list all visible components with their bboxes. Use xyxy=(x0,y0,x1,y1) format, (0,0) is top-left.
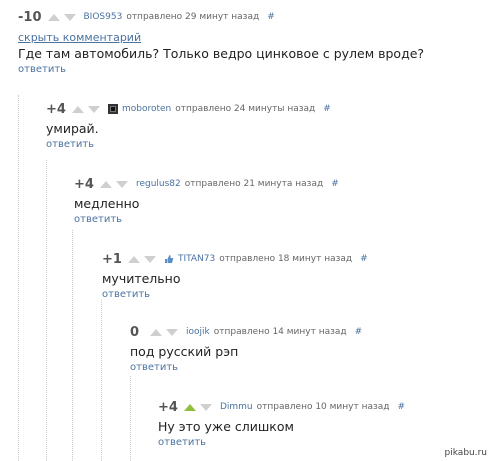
downvote-icon[interactable] xyxy=(199,403,212,411)
comment-time: отправлено 29 минут назад xyxy=(126,12,260,22)
comment-text: Где там автомобиль? Только ведро цинково… xyxy=(18,46,425,61)
comment-text: под русский рэп xyxy=(130,344,239,359)
thread-line xyxy=(46,160,48,461)
comment-time: отправлено 24 минуты назад xyxy=(175,104,316,114)
comment-permalink[interactable]: # xyxy=(267,12,275,22)
comment: -10 BIOS953 отправлено 29 минут назад # … xyxy=(18,9,425,76)
comment-rating: +4 xyxy=(74,176,94,192)
comment: +1 TITAN73 отправлено 18 минут назад # м… xyxy=(102,251,368,301)
comment-author[interactable]: ioojik xyxy=(186,327,210,337)
thread-line xyxy=(18,95,20,461)
upvote-icon[interactable] xyxy=(47,13,60,21)
comment-rating: +4 xyxy=(158,399,178,415)
upvote-icon[interactable] xyxy=(127,255,140,263)
avatar xyxy=(107,104,118,114)
comment-header: +4 moboroten отправлено 24 минуты назад … xyxy=(46,101,331,117)
watermark: pikabu.ru xyxy=(444,448,487,458)
comment-author[interactable]: BIOS953 xyxy=(84,12,123,22)
comment-text: мучительно xyxy=(102,271,181,286)
comment-permalink[interactable]: # xyxy=(331,179,339,189)
comment-header: -10 BIOS953 отправлено 29 минут назад # xyxy=(18,9,424,25)
reply-link[interactable]: ответить xyxy=(74,214,339,225)
comment-permalink[interactable]: # xyxy=(323,104,331,114)
comment: +4 moboroten отправлено 24 минуты назад … xyxy=(46,101,331,151)
comment-header: +1 TITAN73 отправлено 18 минут назад # xyxy=(102,251,368,267)
comment-author[interactable]: moboroten xyxy=(122,104,171,114)
comment-author[interactable]: Dimmu xyxy=(220,402,253,412)
comment-rating: -10 xyxy=(18,9,42,25)
downvote-icon[interactable] xyxy=(115,180,128,188)
comment-permalink[interactable]: # xyxy=(360,254,368,264)
comment-author[interactable]: regulus82 xyxy=(136,179,181,189)
comment-permalink[interactable]: # xyxy=(355,327,363,337)
comment: +4 regulus82 отправлено 21 минута назад … xyxy=(74,176,339,226)
upvote-icon[interactable] xyxy=(99,180,112,188)
comment-header: +4 Dimmu отправлено 10 минут назад # xyxy=(158,399,405,415)
comment: 0 ioojik отправлено 14 минут назад # под… xyxy=(130,324,362,374)
comment-text: Ну это уже слишком xyxy=(158,419,294,434)
thread-line xyxy=(72,230,74,461)
comment-time: отправлено 21 минута назад xyxy=(184,179,324,189)
comment-rating: +4 xyxy=(46,101,66,117)
downvote-icon[interactable] xyxy=(166,328,178,336)
upvote-icon[interactable] xyxy=(183,403,196,411)
thread-line xyxy=(101,300,103,461)
downvote-icon[interactable] xyxy=(143,255,156,263)
reply-link[interactable]: ответить xyxy=(18,64,424,75)
reply-link[interactable]: ответить xyxy=(158,437,405,448)
thumbs-up-icon xyxy=(164,255,174,263)
comment-time: отправлено 18 минут назад xyxy=(219,254,353,264)
upvote-icon[interactable] xyxy=(150,328,162,336)
reply-link[interactable]: ответить xyxy=(130,362,362,373)
comment-text: умирай. xyxy=(46,121,99,136)
hide-comment-link[interactable]: скрыть комментарий xyxy=(18,31,424,44)
comment-time: отправлено 14 минут назад xyxy=(213,327,347,337)
comment-author[interactable]: TITAN73 xyxy=(178,254,215,264)
comment-header: 0 ioojik отправлено 14 минут назад # xyxy=(130,324,362,340)
reply-link[interactable]: ответить xyxy=(46,139,331,150)
reply-link[interactable]: ответить xyxy=(102,289,368,300)
comment-permalink[interactable]: # xyxy=(398,402,406,412)
downvote-icon[interactable] xyxy=(63,13,76,21)
downvote-icon[interactable] xyxy=(87,105,100,113)
comment-rating: +1 xyxy=(102,251,122,267)
comment-time: отправлено 10 минут назад xyxy=(256,402,390,412)
thread-line xyxy=(130,376,132,461)
comment: +4 Dimmu отправлено 10 минут назад # Ну … xyxy=(158,399,405,449)
comment-header: +4 regulus82 отправлено 21 минута назад … xyxy=(74,176,339,192)
upvote-icon[interactable] xyxy=(71,105,84,113)
comment-rating: 0 xyxy=(130,324,140,340)
comment-text: медленно xyxy=(74,196,140,211)
